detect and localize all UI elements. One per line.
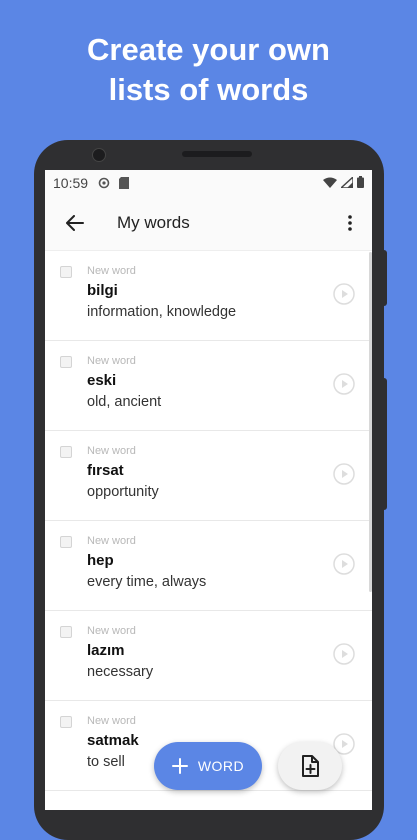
select-checkbox[interactable] [60, 536, 72, 548]
word-meaning: opportunity [87, 484, 159, 500]
sd-card-icon [118, 176, 130, 189]
select-checkbox[interactable] [60, 266, 72, 278]
app-screen: 10:59 My words New word bilgi informatio… [45, 170, 372, 810]
wifi-icon [323, 175, 337, 191]
select-checkbox[interactable] [60, 446, 72, 458]
promo-headline: Create your own lists of words [0, 30, 417, 110]
app-bar: My words [45, 195, 372, 251]
status-bar: 10:59 [45, 170, 372, 195]
word-text: hep [87, 552, 114, 569]
phone-volume-button [382, 378, 387, 510]
headline-line-2: lists of words [108, 72, 309, 107]
word-status-tag: New word [87, 445, 136, 457]
word-status-tag: New word [87, 535, 136, 547]
select-checkbox[interactable] [60, 716, 72, 728]
note-add-icon [302, 755, 319, 777]
word-meaning: every time, always [87, 574, 207, 590]
list-item[interactable]: New word fırsat opportunity [45, 431, 372, 521]
list-item[interactable]: New word eski old, ancient [45, 341, 372, 431]
play-icon[interactable] [333, 463, 355, 485]
word-meaning: to sell [87, 754, 125, 770]
phone-camera [92, 148, 106, 162]
more-vert-icon [348, 214, 352, 231]
word-meaning: information, knowledge [87, 304, 237, 320]
list-item[interactable]: New word bilgi information, knowledge [45, 251, 372, 341]
add-word-button[interactable]: WORD [154, 742, 262, 790]
play-icon[interactable] [333, 373, 355, 395]
word-status-tag: New word [87, 265, 136, 277]
select-checkbox[interactable] [60, 356, 72, 368]
play-icon[interactable] [333, 643, 355, 665]
signal-icon [339, 174, 354, 191]
word-text: eski [87, 372, 117, 389]
overflow-menu-button[interactable] [334, 199, 366, 247]
plus-icon [171, 758, 188, 774]
status-time: 10:59 [53, 174, 89, 191]
play-icon[interactable] [333, 283, 355, 305]
word-text: fırsat [87, 462, 124, 479]
word-status-tag: New word [87, 625, 136, 637]
add-word-label: WORD [197, 758, 245, 774]
word-status-tag: New word [87, 715, 136, 727]
sync-icon [98, 177, 110, 189]
word-list: New word bilgi information, knowledge Ne… [45, 251, 372, 791]
page-title: My words [117, 212, 190, 232]
list-item[interactable]: New word lazım necessary [45, 611, 372, 701]
list-item[interactable]: New word hep every time, always [45, 521, 372, 611]
word-meaning: necessary [87, 664, 154, 680]
word-status-tag: New word [87, 355, 136, 367]
word-meaning: old, ancient [87, 394, 162, 410]
add-file-button[interactable] [278, 742, 342, 790]
list-scrollbar[interactable] [369, 252, 372, 592]
word-text: lazım [87, 642, 125, 659]
headline-line-1: Create your own [87, 32, 330, 67]
phone-power-button [382, 250, 387, 306]
phone-speaker [182, 151, 252, 157]
back-button[interactable] [51, 199, 99, 247]
word-text: satmak [87, 732, 139, 749]
select-checkbox[interactable] [60, 626, 72, 638]
arrow-back-icon [66, 214, 84, 231]
play-icon[interactable] [333, 553, 355, 575]
word-text: bilgi [87, 282, 118, 299]
battery-icon [357, 175, 364, 191]
